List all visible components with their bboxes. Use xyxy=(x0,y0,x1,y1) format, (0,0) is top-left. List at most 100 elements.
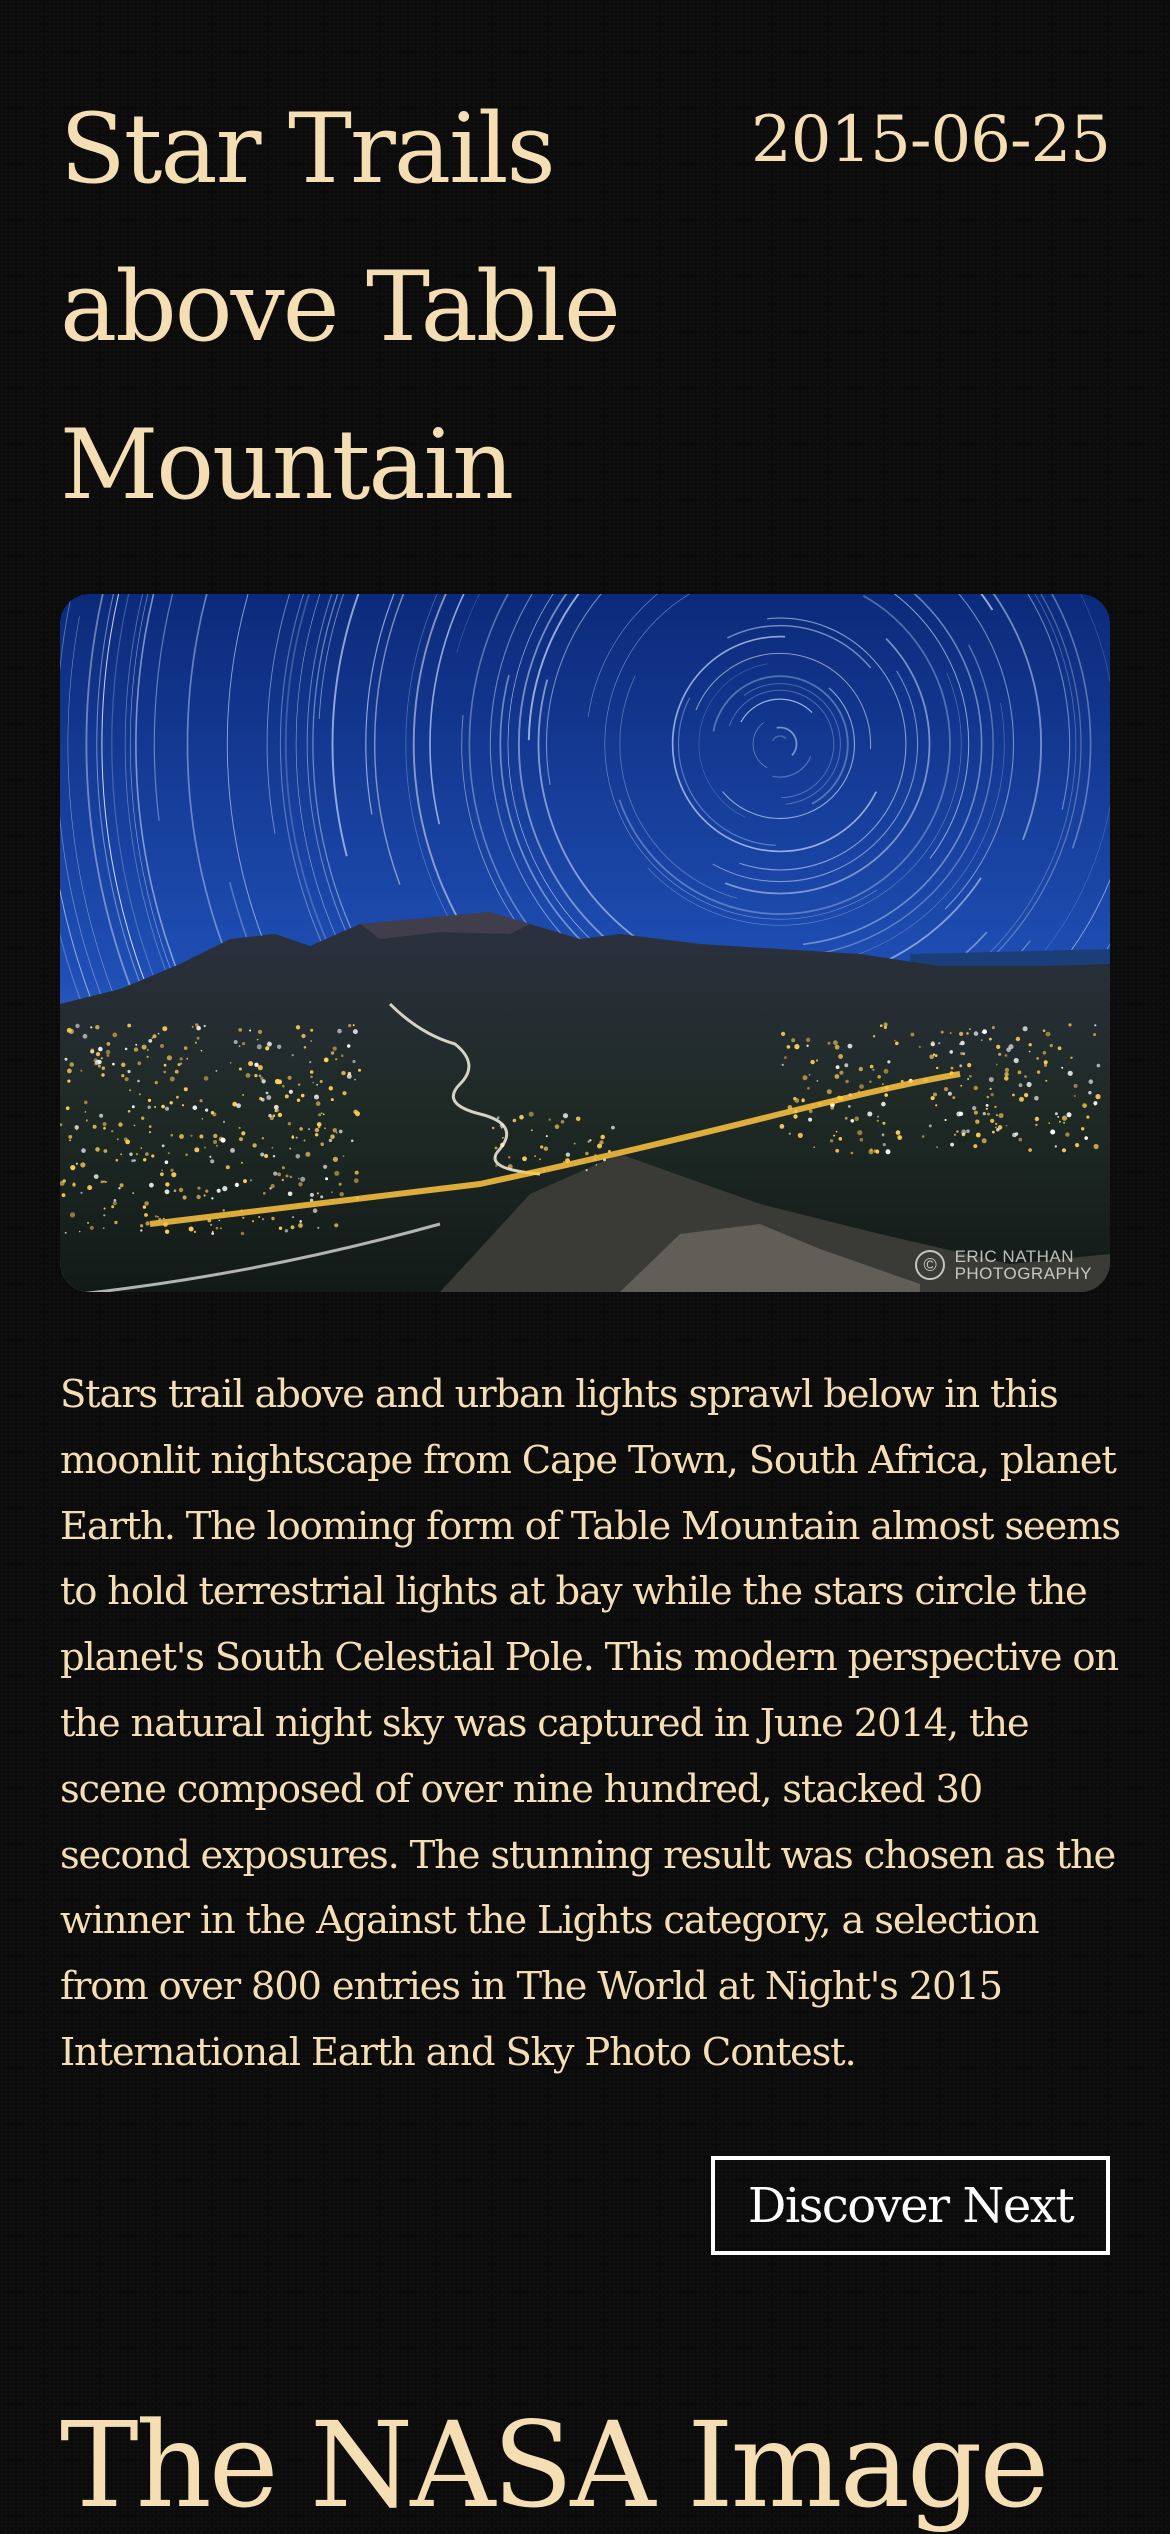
city-light xyxy=(969,1074,972,1078)
city-light xyxy=(595,1163,598,1166)
city-light xyxy=(323,1057,329,1063)
city-light xyxy=(114,1220,118,1225)
city-light xyxy=(829,1139,834,1143)
discover-next-button[interactable]: Discover Next xyxy=(711,2156,1110,2255)
city-light xyxy=(335,1058,338,1061)
city-light xyxy=(1061,1148,1067,1153)
city-light xyxy=(801,1098,805,1103)
city-light xyxy=(154,1081,158,1085)
city-light xyxy=(1058,1120,1061,1123)
city-light xyxy=(183,1046,188,1050)
city-light xyxy=(170,1133,173,1137)
city-light xyxy=(322,1113,325,1116)
city-light xyxy=(238,1045,241,1048)
city-light xyxy=(859,1137,864,1142)
city-light xyxy=(135,1043,138,1046)
city-light xyxy=(92,1124,97,1129)
city-light xyxy=(112,1032,118,1038)
city-light xyxy=(997,1125,1003,1130)
city-light xyxy=(347,1044,351,1048)
article-header: Star Trails above Table Mountain 2015-06… xyxy=(60,70,1111,521)
city-light xyxy=(239,1137,243,1142)
city-light xyxy=(1061,1066,1064,1069)
city-light xyxy=(129,1089,132,1092)
city-light xyxy=(161,1104,165,1109)
city-light xyxy=(243,1179,247,1184)
city-light xyxy=(75,1023,80,1029)
city-light xyxy=(68,1028,74,1034)
city-light xyxy=(952,1096,956,1099)
city-light xyxy=(102,1180,105,1183)
city-light xyxy=(1004,1072,1009,1077)
city-light xyxy=(565,1152,571,1157)
city-light xyxy=(1005,1124,1008,1127)
city-light xyxy=(781,1063,784,1066)
city-light xyxy=(989,1037,992,1041)
city-light xyxy=(229,1062,232,1064)
city-light xyxy=(1057,1116,1060,1118)
city-light xyxy=(982,1029,987,1035)
city-light xyxy=(1045,1079,1048,1082)
city-light xyxy=(1019,1096,1024,1102)
city-light xyxy=(149,1131,151,1134)
city-light xyxy=(295,1154,301,1159)
city-light xyxy=(342,1091,347,1096)
city-light xyxy=(203,1146,206,1149)
city-light xyxy=(797,1132,803,1138)
city-light xyxy=(330,1051,335,1055)
city-light xyxy=(973,1144,978,1149)
city-light xyxy=(112,1062,115,1066)
city-light xyxy=(833,1134,836,1137)
city-light xyxy=(142,1205,147,1209)
city-light xyxy=(81,1148,86,1153)
city-light xyxy=(328,1138,333,1143)
city-light xyxy=(287,1191,293,1197)
city-light xyxy=(263,1192,266,1195)
city-light xyxy=(89,1225,94,1230)
city-light xyxy=(241,1131,246,1136)
city-light xyxy=(921,1135,925,1138)
city-light xyxy=(540,1145,544,1149)
city-light xyxy=(300,1093,305,1098)
city-light xyxy=(179,1057,183,1061)
city-light xyxy=(289,1147,292,1150)
city-light xyxy=(813,1146,815,1148)
city-light xyxy=(186,1057,189,1060)
city-light xyxy=(182,1195,187,1200)
city-light xyxy=(85,1119,88,1122)
city-light xyxy=(192,1105,198,1110)
city-light xyxy=(103,1207,106,1210)
city-light xyxy=(196,1036,200,1040)
city-light xyxy=(300,1176,306,1182)
city-light xyxy=(996,1044,1001,1049)
city-light xyxy=(272,1114,276,1117)
city-light xyxy=(262,1218,265,1221)
city-light xyxy=(966,1129,970,1133)
city-light xyxy=(875,1150,880,1154)
city-light xyxy=(1088,1079,1094,1084)
city-light xyxy=(966,1032,969,1035)
city-light xyxy=(120,1153,123,1156)
city-light xyxy=(298,1182,303,1187)
city-light xyxy=(309,1070,314,1074)
city-light xyxy=(149,1182,154,1188)
city-light xyxy=(834,1074,840,1079)
city-light xyxy=(220,1227,222,1230)
city-light xyxy=(522,1156,527,1162)
city-light xyxy=(249,1179,253,1182)
city-light xyxy=(597,1143,602,1149)
city-light xyxy=(137,1061,142,1066)
city-light xyxy=(284,1094,289,1099)
city-light xyxy=(805,1037,811,1043)
city-light xyxy=(320,1112,323,1114)
city-light xyxy=(816,1080,819,1082)
city-light xyxy=(826,1089,832,1095)
city-light xyxy=(872,1035,876,1038)
city-light xyxy=(1026,1081,1032,1088)
city-light xyxy=(309,1061,312,1064)
city-light xyxy=(254,1074,258,1078)
city-light xyxy=(318,1113,322,1117)
city-light xyxy=(600,1134,605,1140)
city-light xyxy=(1075,1143,1080,1148)
copyright-icon: © xyxy=(915,1250,946,1280)
